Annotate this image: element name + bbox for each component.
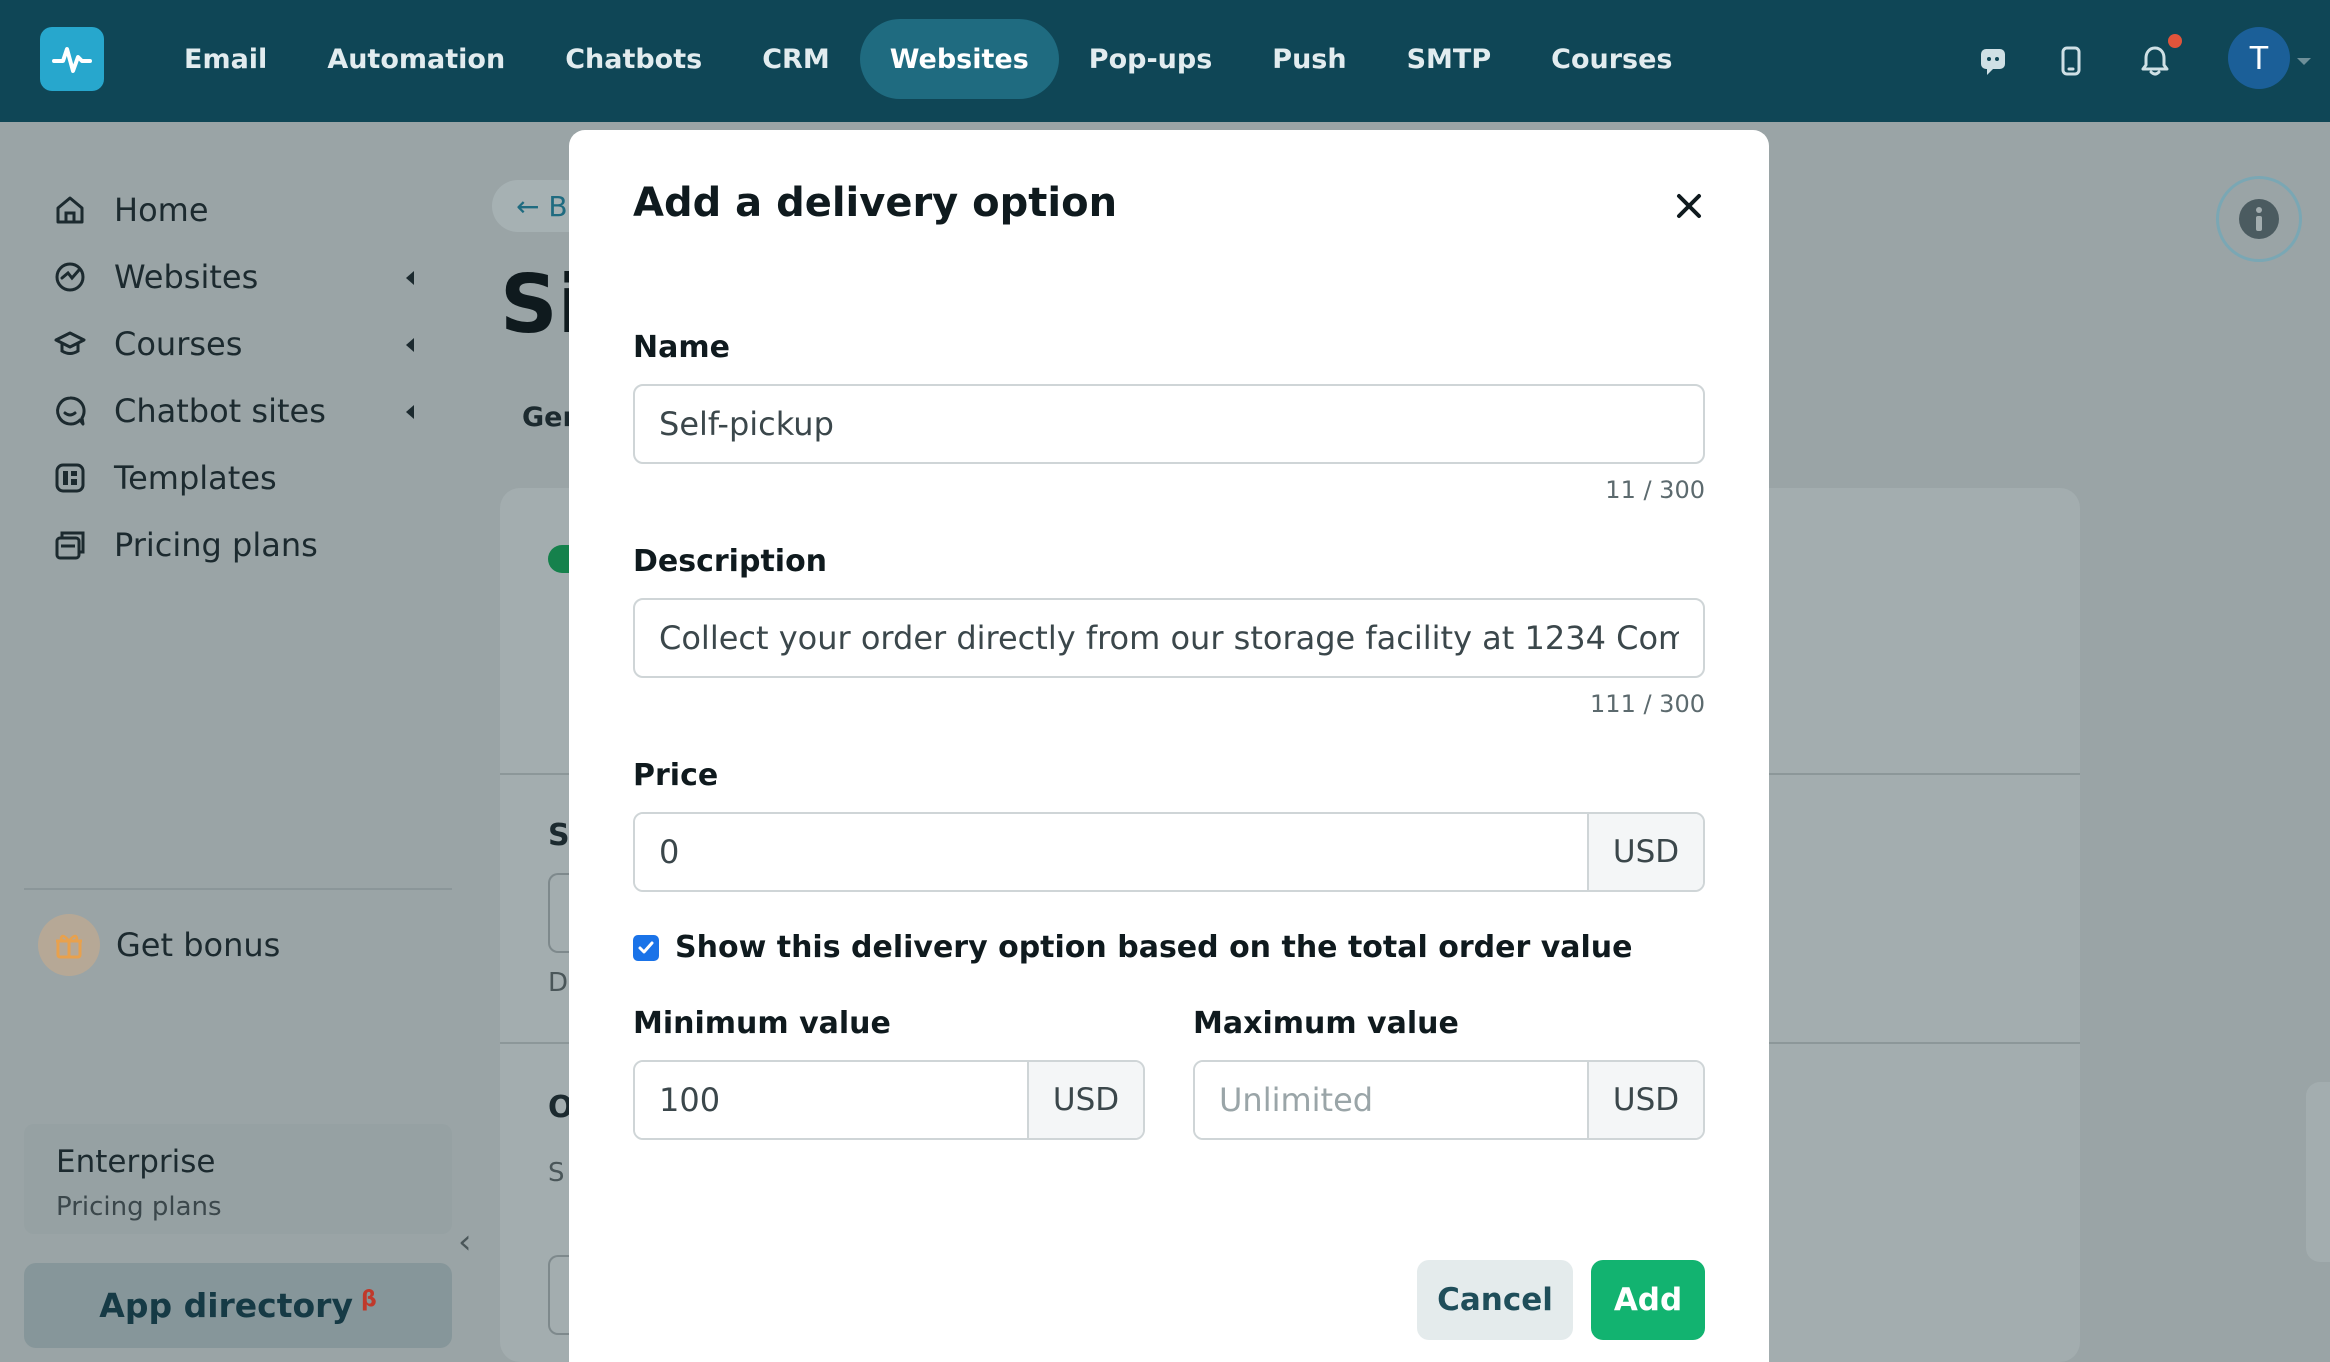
pulse-logo-icon xyxy=(52,47,92,73)
maximum-value-input[interactable] xyxy=(1195,1062,1587,1138)
nav-popups[interactable]: Pop-ups xyxy=(1059,19,1243,99)
beta-badge: β xyxy=(360,1287,377,1312)
websites-icon xyxy=(46,253,94,301)
nav-smtp[interactable]: SMTP xyxy=(1377,19,1522,99)
maximum-value-field: USD xyxy=(1193,1060,1705,1140)
sidebar-item-label: Chatbot sites xyxy=(114,392,326,430)
user-avatar[interactable]: T xyxy=(2228,27,2290,89)
app-logo[interactable] xyxy=(40,27,104,91)
description-char-count: 111 / 300 xyxy=(1590,690,1705,718)
side-panel-tab[interactable] xyxy=(2306,1082,2330,1262)
mobile-icon[interactable] xyxy=(2048,38,2094,84)
sidebar-item-label: Courses xyxy=(114,325,243,363)
pricing-plans-link[interactable]: Pricing plans xyxy=(56,1192,420,1222)
nav-websites[interactable]: Websites xyxy=(859,19,1059,99)
sidebar-item-label: Get bonus xyxy=(116,926,281,964)
tab-general[interactable]: Ger xyxy=(522,402,576,433)
close-icon[interactable] xyxy=(1669,186,1709,226)
add-button[interactable]: Add xyxy=(1591,1260,1705,1340)
app-directory-button[interactable]: App directory β xyxy=(24,1263,452,1348)
currency-suffix: USD xyxy=(1587,814,1703,890)
chevron-left-icon[interactable] xyxy=(406,271,414,285)
courses-icon xyxy=(46,320,94,368)
sidebar-divider xyxy=(24,888,452,890)
collapse-sidebar-icon[interactable]: ‹ xyxy=(458,1222,472,1262)
currency-suffix: USD xyxy=(1587,1062,1703,1138)
sidebar-item-chatbot-sites[interactable]: Chatbot sites xyxy=(46,381,426,441)
plan-name: Enterprise xyxy=(56,1144,216,1180)
main-nav: Email Automation Chatbots CRM Websites P… xyxy=(154,19,1702,99)
description-input[interactable] xyxy=(633,598,1705,678)
pricing-icon xyxy=(46,521,94,569)
order-value-checkbox-row[interactable]: Show this delivery option based on the t… xyxy=(633,930,1632,965)
sidebar-item-label: Pricing plans xyxy=(114,526,318,564)
notification-badge xyxy=(2168,34,2182,48)
sidebar: Home Websites Courses Chatbot sites Temp… xyxy=(0,122,472,1362)
chat-icon[interactable] xyxy=(1970,38,2016,84)
nav-automation[interactable]: Automation xyxy=(297,19,535,99)
nav-email[interactable]: Email xyxy=(154,19,297,99)
gift-icon xyxy=(38,914,100,976)
section-text: D xyxy=(548,968,569,998)
sidebar-item-get-bonus[interactable]: Get bonus xyxy=(38,914,426,976)
home-icon xyxy=(46,186,94,234)
price-field: USD xyxy=(633,812,1705,892)
nav-chatbots[interactable]: Chatbots xyxy=(535,19,732,99)
cancel-button[interactable]: Cancel xyxy=(1417,1260,1573,1340)
sidebar-item-templates[interactable]: Templates xyxy=(46,448,426,508)
add-delivery-option-dialog: Add a delivery option Name 11 / 300 Desc… xyxy=(569,130,1769,1362)
currency-suffix: USD xyxy=(1027,1062,1143,1138)
sidebar-item-label: Templates xyxy=(114,459,277,497)
templates-icon xyxy=(46,454,94,502)
chevron-left-icon[interactable] xyxy=(406,338,414,352)
chevron-down-icon[interactable] xyxy=(2297,58,2311,65)
sidebar-item-pricing-plans[interactable]: Pricing plans xyxy=(46,515,426,575)
sidebar-item-home[interactable]: Home xyxy=(46,180,426,240)
minimum-value-input[interactable] xyxy=(635,1062,1027,1138)
info-icon[interactable] xyxy=(2216,176,2302,262)
section-heading: S xyxy=(548,818,570,853)
sidebar-item-websites[interactable]: Websites xyxy=(46,247,426,307)
section-text: S xyxy=(548,1158,565,1188)
price-label: Price xyxy=(633,758,719,793)
price-input[interactable] xyxy=(635,814,1587,890)
minimum-value-label: Minimum value xyxy=(633,1006,891,1041)
sidebar-item-label: Home xyxy=(114,191,209,229)
dialog-title: Add a delivery option xyxy=(633,180,1118,226)
chevron-left-icon[interactable] xyxy=(406,405,414,419)
sidebar-item-courses[interactable]: Courses xyxy=(46,314,426,374)
maximum-value-label: Maximum value xyxy=(1193,1006,1459,1041)
sidebar-item-label: Websites xyxy=(114,258,259,296)
nav-courses[interactable]: Courses xyxy=(1521,19,1702,99)
chatbot-icon xyxy=(46,387,94,435)
name-input[interactable] xyxy=(633,384,1705,464)
minimum-value-field: USD xyxy=(633,1060,1145,1140)
plan-info[interactable]: Enterprise Pricing plans xyxy=(24,1124,452,1234)
nav-push[interactable]: Push xyxy=(1242,19,1376,99)
name-char-count: 11 / 300 xyxy=(1605,476,1705,504)
checkbox-checked[interactable] xyxy=(633,934,659,961)
app-directory-label: App directory xyxy=(99,1286,353,1325)
checkbox-label: Show this delivery option based on the t… xyxy=(675,930,1633,965)
top-navigation-bar: Email Automation Chatbots CRM Websites P… xyxy=(0,0,2330,122)
name-label: Name xyxy=(633,330,730,365)
nav-crm[interactable]: CRM xyxy=(732,19,859,99)
description-label: Description xyxy=(633,544,828,579)
